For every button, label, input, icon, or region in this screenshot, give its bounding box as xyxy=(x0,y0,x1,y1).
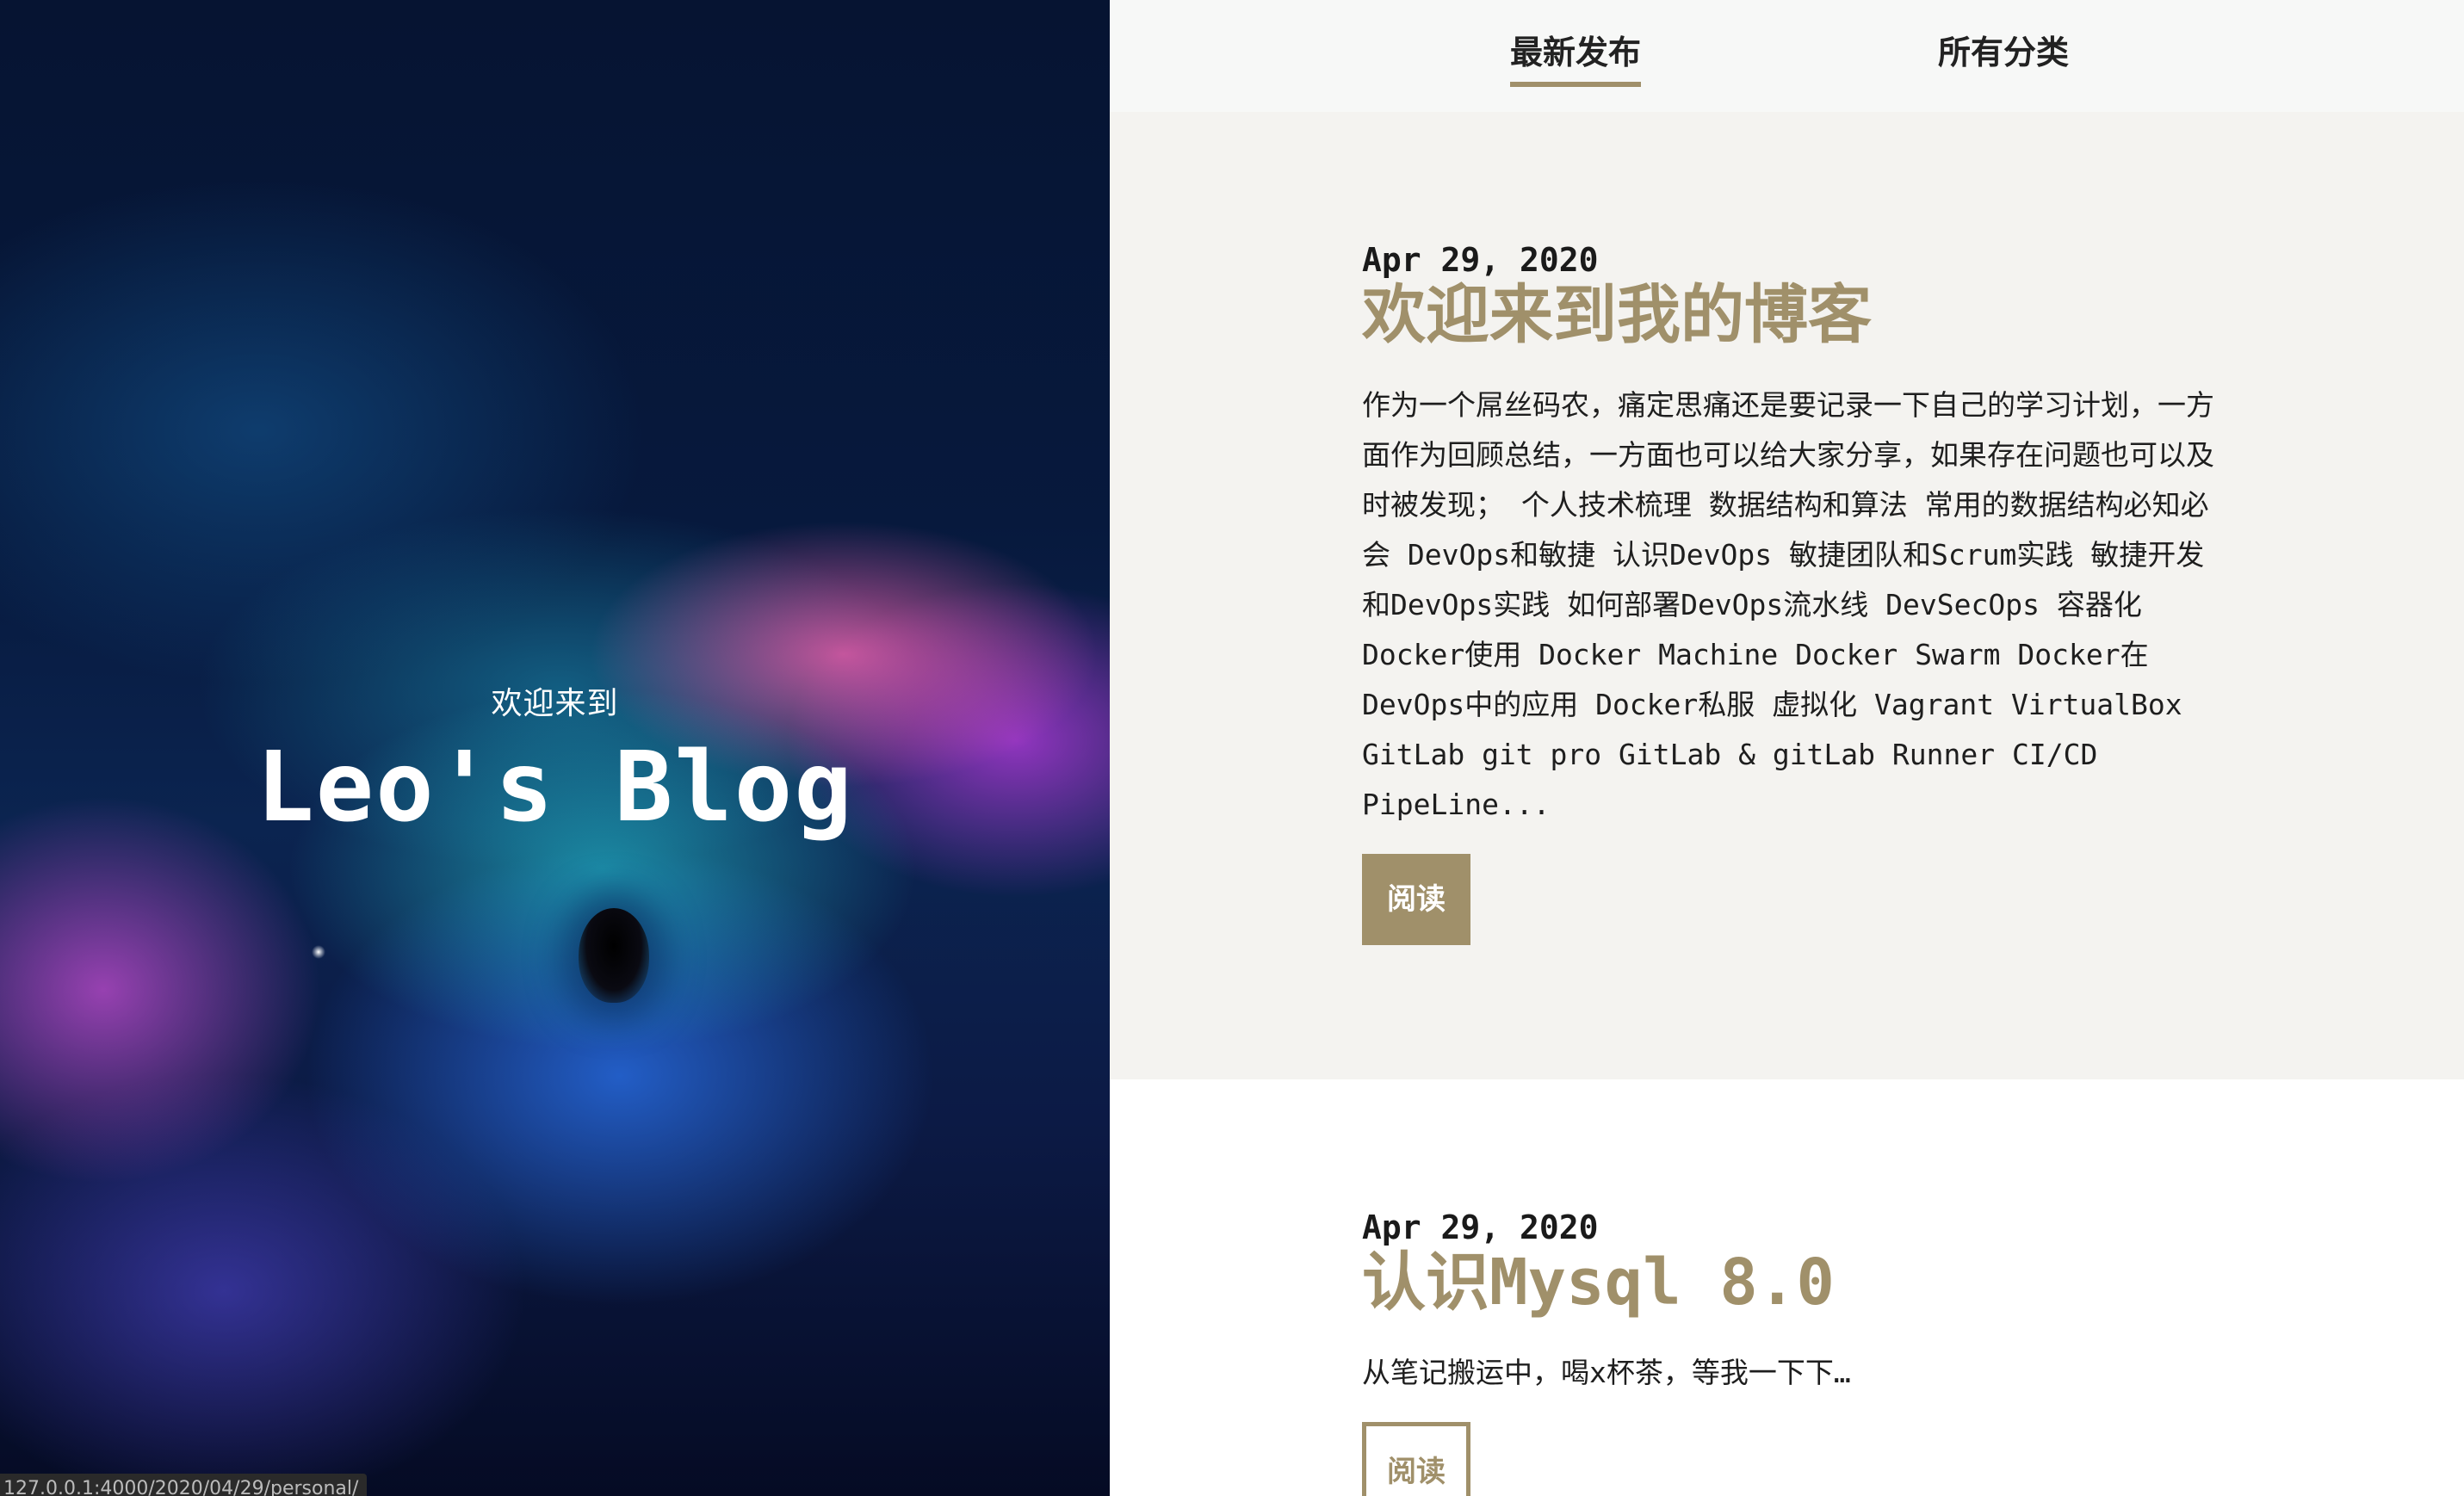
post-date: Apr 29, 2020 xyxy=(1362,241,1599,279)
hero-nebula-blackhole xyxy=(579,908,649,1003)
site-title[interactable]: Leo's Blog xyxy=(0,732,1110,844)
blog-page: 欢迎来到 Leo's Blog 127.0.0.1:4000/2020/04/2… xyxy=(0,0,2464,1496)
post-card: Apr 29, 2020 欢迎来到我的博客 作为一个屌丝码农，痛定思痛还是要记录… xyxy=(1110,112,2464,1079)
post-date: Apr 29, 2020 xyxy=(1362,1209,1599,1246)
status-bar-url: 127.0.0.1:4000/2020/04/29/personal/ xyxy=(0,1474,368,1496)
post-title-link[interactable]: 认识Mysql 8.0 xyxy=(1362,1246,2223,1319)
top-nav: 最新发布 所有分类 xyxy=(1110,0,2464,112)
post-excerpt: 作为一个屌丝码农，痛定思痛还是要记录一下自己的学习计划，一方面作为回顾总结，一方… xyxy=(1362,388,2214,821)
hero-welcome-text: 欢迎来到 xyxy=(491,686,619,721)
hero-banner: 欢迎来到 Leo's Blog 127.0.0.1:4000/2020/04/2… xyxy=(0,0,1110,1496)
hero-star xyxy=(312,945,325,959)
post-list-panel: 最新发布 所有分类 Apr 29, 2020 欢迎来到我的博客 作为一个屌丝码农… xyxy=(1110,0,2464,1496)
tab-latest[interactable]: 最新发布 xyxy=(1510,26,1642,87)
post-card: Apr 29, 2020 认识Mysql 8.0 从笔记搬运中，喝x杯茶，等我一… xyxy=(1110,1079,2464,1496)
post-body: Apr 29, 2020 认识Mysql 8.0 从笔记搬运中，喝x杯茶，等我一… xyxy=(1362,1209,2223,1496)
post-body: Apr 29, 2020 欢迎来到我的博客 作为一个屌丝码农，痛定思痛还是要记录… xyxy=(1362,241,2223,945)
post-title-link[interactable]: 欢迎来到我的博客 xyxy=(1362,279,2223,351)
read-button[interactable]: 阅读 xyxy=(1362,854,1470,945)
tab-categories[interactable]: 所有分类 xyxy=(1938,26,2069,82)
read-button[interactable]: 阅读 xyxy=(1362,1422,1470,1496)
post-excerpt: 从笔记搬运中，喝x杯茶，等我一下下… xyxy=(1362,1356,1851,1389)
